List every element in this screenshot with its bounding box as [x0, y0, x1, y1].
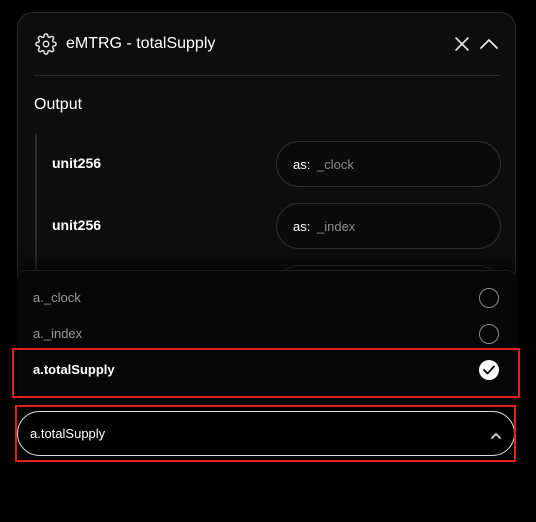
option-label: a._clock [33, 290, 81, 305]
select-value: a.totalSupply [30, 426, 106, 441]
checkmark-icon[interactable] [479, 360, 499, 380]
gear-icon[interactable] [35, 33, 57, 55]
output-section-title: Output [34, 96, 83, 113]
header-divider [34, 75, 500, 76]
close-icon[interactable] [453, 35, 471, 53]
alias-field[interactable]: as: _index [276, 203, 501, 249]
panel-header: eMTRG - totalSupply [18, 13, 515, 76]
output-select[interactable]: a.totalSupply [17, 411, 515, 456]
dropdown-option[interactable]: a._clock [17, 281, 517, 315]
output-row: unit256 as: _clock [52, 141, 502, 187]
radio-unchecked-icon[interactable] [479, 288, 499, 308]
alias-field[interactable]: as: _clock [276, 141, 501, 187]
output-type: unit256 [52, 217, 102, 233]
alias-prefix: as: [293, 219, 311, 234]
dropdown-menu: a._clock a._index a.totalSupply [17, 270, 517, 400]
option-label: a._index [33, 326, 83, 341]
dropdown-option[interactable]: a._index [17, 317, 517, 351]
output-row: unit256 as: _index [52, 203, 502, 249]
option-label: a.totalSupply [33, 362, 115, 377]
dropdown-option-selected[interactable]: a.totalSupply [17, 353, 517, 387]
alias-value[interactable]: _index [317, 219, 355, 234]
alias-prefix: as: [293, 157, 311, 172]
chevron-up-icon[interactable] [479, 35, 499, 53]
chevron-up-icon[interactable] [490, 428, 502, 439]
panel-title: eMTRG - totalSupply [66, 35, 216, 52]
output-type: unit256 [52, 155, 102, 171]
radio-unchecked-icon[interactable] [479, 324, 499, 344]
alias-value[interactable]: _clock [317, 157, 354, 172]
